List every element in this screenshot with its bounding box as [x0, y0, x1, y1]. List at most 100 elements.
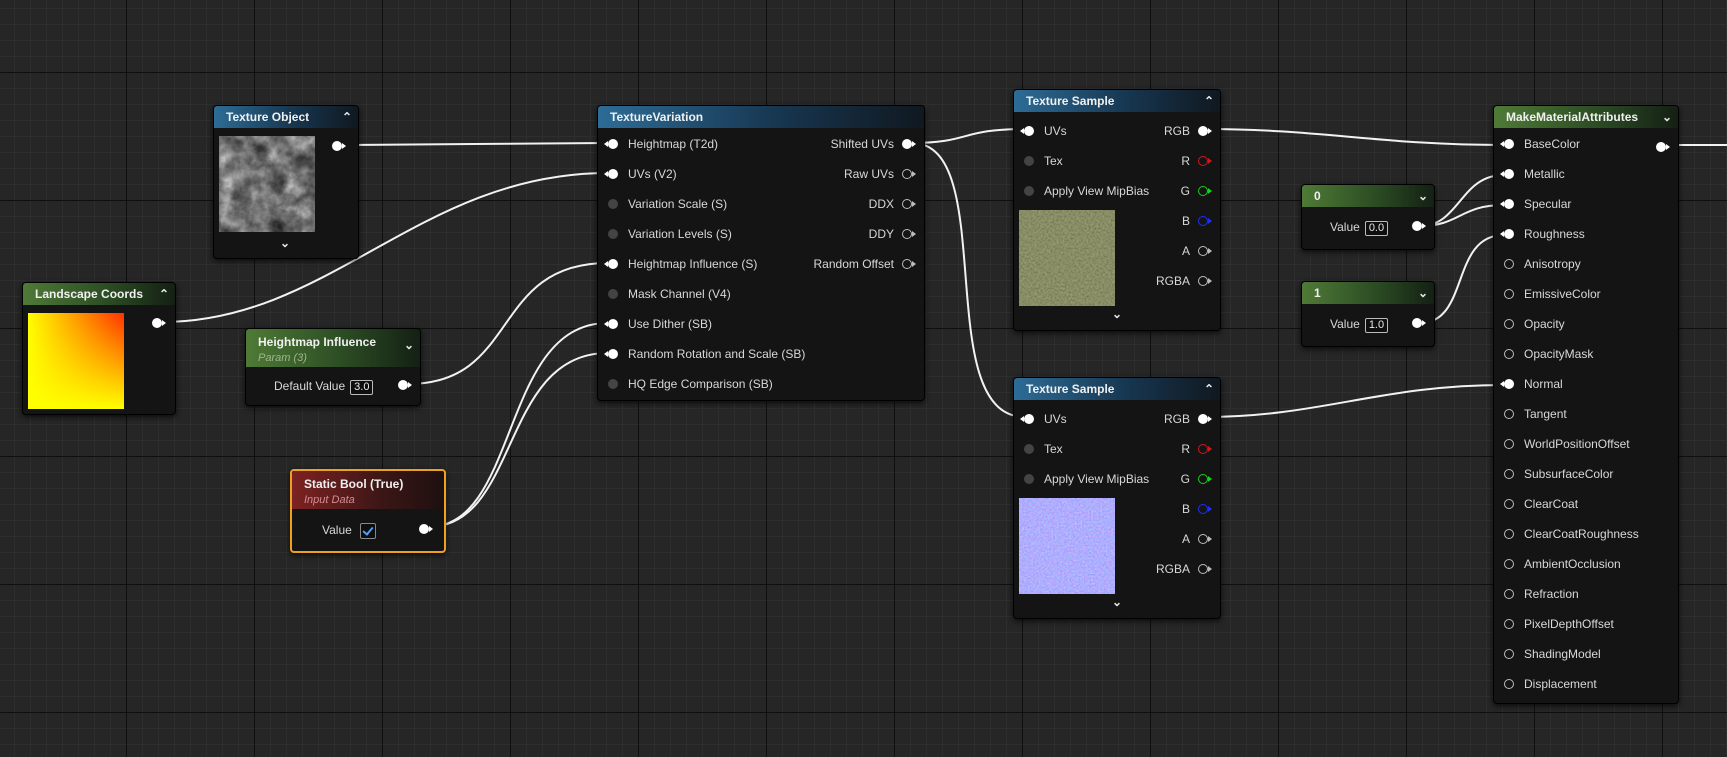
pin-emissivecolor[interactable]	[1504, 289, 1514, 299]
texture-variation-node[interactable]: TextureVariation Heightmap (T2d) UVs (V2…	[597, 105, 925, 401]
pin-ddx[interactable]	[902, 199, 916, 209]
pin-metallic[interactable]	[1500, 169, 1514, 179]
node-header[interactable]: TextureVariation	[598, 106, 924, 128]
node-title: Texture Sample	[1026, 382, 1115, 396]
pin-displacement[interactable]	[1504, 679, 1514, 689]
pin-variation-levels[interactable]	[608, 229, 618, 239]
pin-g[interactable]	[1198, 474, 1212, 484]
pin-raw-uvs[interactable]	[902, 169, 916, 179]
pin-ddy[interactable]	[902, 229, 916, 239]
node-header[interactable]: 0	[1302, 185, 1434, 207]
pin-rgba[interactable]	[1198, 276, 1212, 286]
pin-tex[interactable]	[1024, 156, 1034, 166]
constant-1-node[interactable]: 1 Value 1.0	[1301, 281, 1435, 347]
pin-rgba[interactable]	[1198, 564, 1212, 574]
texture-sample-node-1[interactable]: Texture Sample UVs Tex Apply View MipBia…	[1013, 89, 1221, 331]
expand-icon[interactable]	[1418, 185, 1428, 207]
pin-r[interactable]	[1198, 156, 1212, 166]
attributes-output-pin[interactable]	[1656, 142, 1670, 152]
pin-g[interactable]	[1198, 186, 1212, 196]
texture-object-node[interactable]: Texture Object	[213, 105, 359, 259]
pin-r[interactable]	[1198, 444, 1212, 454]
pin-rgb[interactable]	[1198, 126, 1212, 136]
output-ddy: DDY	[868, 227, 894, 241]
expand-icon[interactable]	[404, 337, 414, 353]
constant-0-node[interactable]: 0 Value 0.0	[1301, 184, 1435, 250]
pin-opacitymask[interactable]	[1504, 349, 1514, 359]
pin-random-rotation[interactable]	[604, 349, 618, 359]
collapse-icon[interactable]	[1204, 378, 1214, 400]
normal-preview	[1019, 498, 1115, 594]
value-input[interactable]: 0.0	[1364, 221, 1389, 236]
texture-sample-node-2[interactable]: Texture Sample UVs Tex Apply View MipBia…	[1013, 377, 1221, 619]
texture-output-pin[interactable]	[332, 141, 346, 151]
default-value-input[interactable]: 3.0	[350, 380, 374, 395]
collapse-icon[interactable]	[1204, 90, 1214, 112]
pin-a[interactable]	[1198, 246, 1212, 256]
node-header[interactable]: 1	[1302, 282, 1434, 304]
pin-mipbias[interactable]	[1024, 186, 1034, 196]
output-r: R	[1181, 442, 1190, 456]
pin-uvs[interactable]	[604, 169, 618, 179]
node-header[interactable]: MakeMaterialAttributes	[1494, 106, 1678, 128]
pin-anisotropy[interactable]	[1504, 259, 1514, 269]
pin-mask-channel[interactable]	[608, 289, 618, 299]
pin-b[interactable]	[1198, 216, 1212, 226]
node-header[interactable]: Texture Sample	[1014, 90, 1220, 112]
pin-tex[interactable]	[1024, 444, 1034, 454]
pin-shifted-uvs[interactable]	[902, 139, 916, 149]
expand-icon[interactable]	[1662, 106, 1672, 128]
pin-pixeldepthoffset[interactable]	[1504, 619, 1514, 629]
pin-tangent[interactable]	[1504, 409, 1514, 419]
input-opacitymask: OpacityMask	[1524, 347, 1594, 361]
collapse-icon[interactable]	[342, 106, 352, 128]
node-header[interactable]: Texture Object	[214, 106, 358, 128]
pin-variation-scale[interactable]	[608, 199, 618, 209]
pin-clearcoat[interactable]	[1504, 499, 1514, 509]
pin-b[interactable]	[1198, 504, 1212, 514]
expand-icon[interactable]	[1418, 282, 1428, 304]
influence-output-pin[interactable]	[398, 380, 412, 390]
pin-a[interactable]	[1198, 534, 1212, 544]
pin-worldpositionoffset[interactable]	[1504, 439, 1514, 449]
pin-roughness[interactable]	[1500, 229, 1514, 239]
expand-icon[interactable]	[1112, 595, 1122, 609]
pin-shadingmodel[interactable]	[1504, 649, 1514, 659]
pin-basecolor[interactable]	[1500, 139, 1514, 149]
output-rgba: RGBA	[1155, 274, 1190, 288]
constant-output-pin[interactable]	[1412, 318, 1426, 328]
node-header[interactable]: Landscape Coords	[23, 283, 175, 305]
expand-icon[interactable]	[280, 236, 290, 250]
static-bool-node[interactable]: Static Bool (True) Input Data Value	[290, 469, 446, 553]
coords-output-pin[interactable]	[152, 318, 166, 328]
value-checkbox[interactable]	[359, 522, 376, 539]
pin-ambientocclusion[interactable]	[1504, 559, 1514, 569]
pin-random-offset[interactable]	[902, 259, 916, 269]
heightmap-influence-node[interactable]: Heightmap Influence Param (3) Default Va…	[245, 328, 421, 406]
pin-opacity[interactable]	[1504, 319, 1514, 329]
pin-mipbias[interactable]	[1024, 474, 1034, 484]
node-header[interactable]: Static Bool (True) Input Data	[292, 471, 444, 509]
pin-specular[interactable]	[1500, 199, 1514, 209]
pin-clearcoatroughness[interactable]	[1504, 529, 1514, 539]
pin-heightmap[interactable]	[604, 139, 618, 149]
pin-hq-edge[interactable]	[608, 379, 618, 389]
bool-output-pin[interactable]	[419, 524, 433, 534]
collapse-icon[interactable]	[159, 283, 169, 305]
value-input[interactable]: 1.0	[1364, 318, 1389, 333]
node-header[interactable]: Heightmap Influence Param (3)	[246, 329, 420, 367]
field-label: Value	[322, 523, 352, 537]
expand-icon[interactable]	[1112, 307, 1122, 321]
pin-normal[interactable]	[1500, 379, 1514, 389]
constant-output-pin[interactable]	[1412, 221, 1426, 231]
pin-uvs[interactable]	[1020, 414, 1034, 424]
node-header[interactable]: Texture Sample	[1014, 378, 1220, 400]
make-material-attributes-node[interactable]: MakeMaterialAttributes BaseColor Metallic…	[1493, 105, 1679, 704]
pin-uvs[interactable]	[1020, 126, 1034, 136]
pin-subsurfacecolor[interactable]	[1504, 469, 1514, 479]
pin-heightmap-influence[interactable]	[604, 259, 618, 269]
landscape-coords-node[interactable]: Landscape Coords	[22, 282, 176, 415]
pin-use-dither[interactable]	[604, 319, 618, 329]
pin-rgb[interactable]	[1198, 414, 1212, 424]
pin-refraction[interactable]	[1504, 589, 1514, 599]
